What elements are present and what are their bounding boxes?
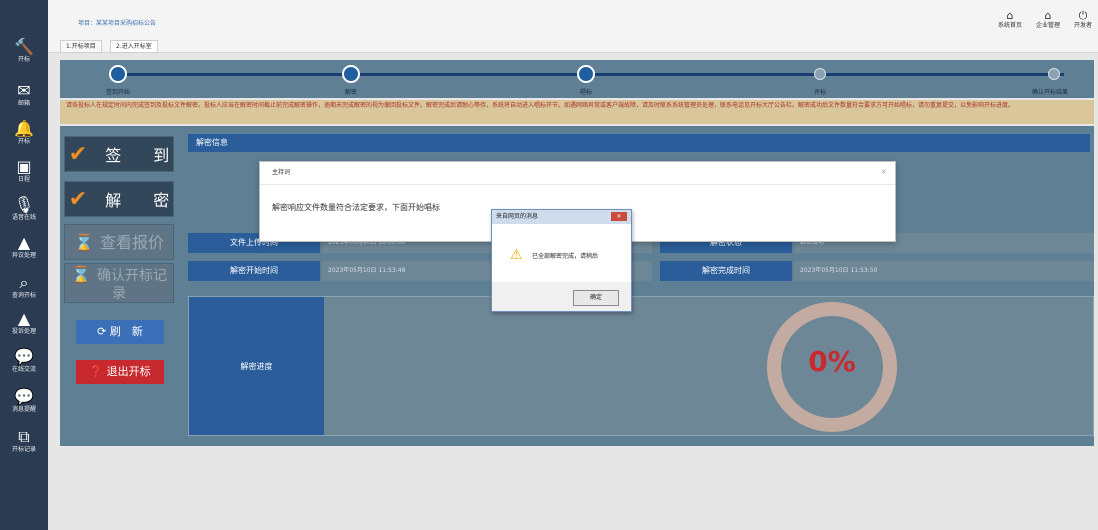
sidebar-item-label: 邮箱 (17, 100, 30, 107)
header-action-label: 开发者 (1073, 22, 1092, 29)
sidebar-item-8[interactable]: ▲ 投诉处理 (0, 306, 48, 340)
step-4-label: 评标 (814, 89, 827, 96)
sidebar-item-label: 日程 (17, 176, 30, 183)
search-icon: ⌕ (19, 273, 29, 292)
chat-icon: 💬 (14, 347, 34, 366)
message-box-body: ⚠ 已全部解密完成，请稍后 (492, 224, 631, 282)
notice-text: 请各投标人在规定时间内完成签到及投标文件解密。投标人应当在解密时间截止前完成解密… (60, 100, 1094, 124)
close-icon[interactable]: ✕ (611, 212, 627, 221)
step-5-label: 确认开标结果 (1032, 89, 1069, 96)
mail-icon: ✉ (17, 81, 31, 100)
header-action-label: 企业管理 (1035, 22, 1060, 29)
sidebar-item-label: 开标 (17, 56, 30, 63)
step-4-dot (814, 68, 826, 80)
progress-percent: 0% (808, 345, 856, 378)
dialog-title: 主持词 (260, 162, 895, 185)
step-3-dot (577, 65, 595, 83)
hourglass-icon: ⌛ (71, 265, 91, 284)
home2-icon: ⌂ (1044, 9, 1052, 22)
tab-enter-room[interactable]: 2.进入开标室 (110, 40, 158, 53)
message-icon: 💬 (14, 387, 34, 406)
refresh-button[interactable]: ⟳ 刷 新 (76, 320, 164, 344)
view-quote-label: 查看报价 (99, 233, 164, 252)
close-icon[interactable]: × (880, 167, 887, 176)
sidebar-item-1[interactable]: 🔨 开标 (0, 34, 48, 68)
left-sidebar: 🔨 开标 ✉ 邮箱 🔔 开标 ▣ 日程 🎙 语音在线 ▲ 异议处理 ⌕ 查询开标 ▲ 投诉处理 💬 在线交流 💬 消息… (0, 0, 48, 530)
progress-steps: 签到开始 解密 唱标 评标 确认开标结果 (60, 60, 1094, 98)
dialog-message: 解密响应文件数量符合法定要求，下面开始唱标 (272, 203, 440, 212)
header-action-enterprise[interactable]: ⌂ 企业管理 (1036, 10, 1060, 30)
step-1-label: 签到开始 (106, 89, 131, 96)
step-2-label: 解密 (345, 89, 358, 96)
tab-projects[interactable]: 1.开标项目 (60, 40, 102, 53)
sidebar-item-4[interactable]: ▣ 日程 (0, 154, 48, 188)
sidebar-item-label: 开标 (17, 138, 30, 145)
project-title: 项目：某某项目采购招标公告 (78, 20, 157, 27)
sidebar-item-7[interactable]: ⌕ 查询开标 (0, 270, 48, 304)
hammer-icon: 🔨 (14, 37, 34, 56)
sidebar-item-label: 语音在线 (11, 214, 36, 221)
top-header: 项目：某某项目采购招标公告 1.开标项目 2.进入开标室 ⌂ 系统首页 ⌂ 企业… (48, 0, 1098, 53)
sidebar-item-label: 投诉处理 (11, 328, 36, 335)
sidebar-item-label: 消息提醒 (11, 406, 36, 413)
decrypt-button[interactable]: ✔ 解 密 (64, 181, 174, 217)
step-5-dot (1048, 68, 1060, 80)
signin-label: 签 到 (105, 146, 170, 165)
decrypt-end-label: 解密完成时间 (660, 261, 792, 281)
sidebar-item-label: 异议处理 (11, 252, 36, 259)
question-icon: ❓ (89, 365, 107, 378)
sidebar-item-2[interactable]: ✉ 邮箱 (0, 78, 48, 112)
header-action-label: 系统首页 (997, 22, 1022, 29)
hourglass-icon: ⌛ (74, 233, 94, 252)
sidebar-item-3[interactable]: 🔔 开标 (0, 116, 48, 150)
power-icon: ⏻ (1078, 9, 1088, 22)
refresh-label: 刷 新 (109, 325, 143, 338)
bell-icon: 🔔 (14, 119, 34, 138)
warning-icon: ⚠ (510, 247, 523, 263)
header-action-power[interactable]: ⏻ 开发者 (1074, 10, 1092, 30)
decrypt-label: 解 密 (105, 191, 170, 210)
progress-label: 解密进度 (189, 297, 324, 435)
progress-box: 解密进度 0% (188, 296, 1094, 436)
panel-title: 解密信息 (188, 134, 1090, 152)
info-row-2: 解密开始时间 2023年05月10日 11:53:48 解密完成时间 2023年… (188, 261, 1094, 281)
decrypt-start-label: 解密开始时间 (188, 261, 320, 281)
header-action-home[interactable]: ⌂ 系统首页 (998, 10, 1022, 30)
step-3-label: 唱标 (580, 89, 593, 96)
step-1-dot (109, 65, 127, 83)
check-icon: ✔ (68, 187, 88, 212)
warning-icon: ▲ (17, 233, 31, 252)
sidebar-item-label: 在线交流 (11, 366, 36, 373)
home-icon: ⌂ (1006, 9, 1014, 22)
step-2-dot (342, 65, 360, 83)
confirm-record-button[interactable]: ⌛ 确认开标记录 (64, 263, 174, 303)
check-icon: ✔ (68, 142, 88, 167)
sidebar-item-9[interactable]: 💬 在线交流 (0, 344, 48, 378)
mic-icon: 🎙 (13, 195, 35, 214)
sidebar-item-label: 查询开标 (11, 292, 36, 299)
signin-button[interactable]: ✔ 签 到 (64, 136, 174, 172)
decrypt-end-value: 2023年05月10日 11:53:50 (794, 261, 1094, 281)
sidebar-item-5[interactable]: 🎙 语音在线 (0, 192, 48, 226)
exit-button[interactable]: ❓ 退出开标 (76, 360, 164, 384)
confirm-record-label: 确认开标记录 (96, 268, 167, 302)
sidebar-item-label: 开标记录 (11, 446, 36, 453)
sidebar-item-10[interactable]: 💬 消息提醒 (0, 384, 48, 418)
sidebar-item-11[interactable]: ⧉ 开标记录 (0, 424, 48, 458)
exit-label: 退出开标 (106, 365, 151, 378)
copy-icon: ⧉ (18, 427, 30, 446)
header-actions: ⌂ 系统首页 ⌂ 企业管理 ⏻ 开发者 (998, 10, 1092, 30)
view-quote-button[interactable]: ⌛ 查看报价 (64, 224, 174, 260)
ok-button[interactable]: 确定 (573, 290, 619, 306)
alert-icon: ▲ (17, 309, 31, 328)
message-box-text: 已全部解密完成，请稍后 (532, 253, 599, 260)
sidebar-item-6[interactable]: ▲ 异议处理 (0, 230, 48, 264)
message-box: 来自网页的消息 ✕ ⚠ 已全部解密完成，请稍后 确定 (491, 209, 632, 312)
calendar-icon: ▣ (16, 157, 32, 176)
refresh-icon: ⟳ (97, 325, 110, 338)
